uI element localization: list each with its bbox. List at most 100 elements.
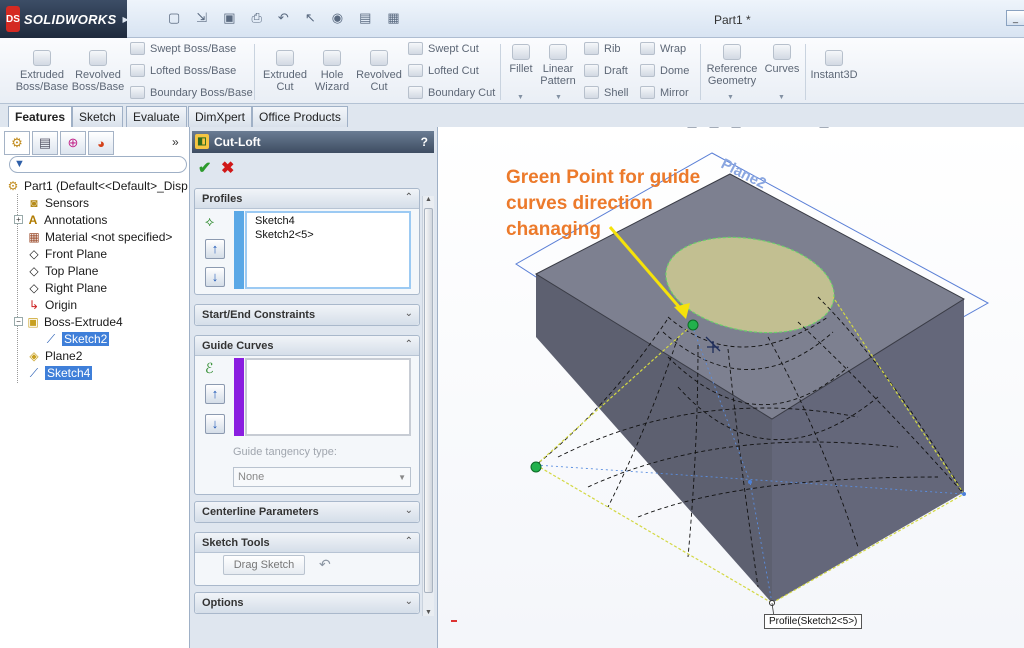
dome-button[interactable]: Dome <box>640 64 689 77</box>
rebuild-icon[interactable]: ◉ <box>332 10 343 26</box>
reference-geometry-button[interactable]: Reference Geometry <box>704 44 760 87</box>
fillet-button[interactable]: Fillet <box>506 44 536 75</box>
profile-callout[interactable]: Profile(Sketch2<5>) <box>764 614 863 629</box>
tree-item-origin[interactable]: ↳ Origin <box>27 296 77 313</box>
profile-item[interactable]: Sketch4 <box>255 215 295 227</box>
tree-item-right-plane[interactable]: ◇ Right Plane <box>27 279 107 296</box>
extruded-cut-button[interactable]: Extruded Cut <box>258 50 312 93</box>
undo-icon[interactable]: ↶ <box>278 10 289 26</box>
move-down-button[interactable]: ↓ <box>205 414 225 434</box>
collapse-icon[interactable]: ⌃ <box>405 192 413 203</box>
tree-item-sketch2[interactable]: ⟋ Sketch2 <box>44 330 110 347</box>
file-properties-icon[interactable]: ▤ <box>359 10 371 26</box>
sketch-tools-header[interactable]: Sketch Tools ⌃ <box>195 533 419 553</box>
guide-curves-listbox[interactable] <box>245 358 411 436</box>
tab-features[interactable]: Features <box>8 106 73 128</box>
scrollbar-thumb[interactable] <box>424 208 433 593</box>
graphics-area[interactable]: ⌕ ⊕ ↩ ◩ ◫ ◨ ∞ ● ☁ ▤ Plane2 <box>438 127 1024 648</box>
guide-tangency-value: None <box>238 471 265 483</box>
rib-button[interactable]: Rib <box>584 42 621 55</box>
draft-button[interactable]: Draft <box>584 64 628 77</box>
hole-wizard-button[interactable]: Hole Wizard <box>312 50 352 93</box>
swept-cut-button[interactable]: Swept Cut <box>408 42 479 55</box>
swept-boss-button[interactable]: Swept Boss/Base <box>130 42 236 55</box>
guide-tangency-label: Guide tangency type: <box>233 446 337 458</box>
extruded-boss-button[interactable]: Extruded Boss/Base <box>14 50 70 93</box>
green-connector-point[interactable] <box>687 319 699 331</box>
solidworks-menu-button[interactable]: DS SOLIDWORKS ▶ <box>0 0 129 38</box>
mirror-button[interactable]: Mirror <box>640 86 689 99</box>
collapse-icon[interactable]: − <box>14 317 23 326</box>
open-icon[interactable]: ⇲ <box>196 10 207 26</box>
tree-item-top-plane[interactable]: ◇ Top Plane <box>27 262 98 279</box>
start-end-constraints-header[interactable]: Start/End Constraints ⌄ <box>195 305 419 325</box>
feature-manager-tab-icon[interactable]: ⚙ <box>4 131 30 155</box>
display-manager-tab-icon[interactable]: ◕ <box>88 131 114 155</box>
ok-button[interactable]: ✔ <box>198 158 211 178</box>
tree-item-part[interactable]: ⚙ Part1 (Default<<Default>_Disp <box>6 177 188 194</box>
connector-point[interactable] <box>530 461 542 473</box>
tab-sketch[interactable]: Sketch <box>72 106 123 127</box>
revolved-boss-button[interactable]: Revolved Boss/Base <box>70 50 126 93</box>
wrap-button[interactable]: Wrap <box>640 42 686 55</box>
collapse-icon[interactable]: ⌃ <box>405 536 413 547</box>
instant3d-button[interactable]: Instant3D <box>808 50 860 81</box>
profile-item[interactable]: Sketch2<5> <box>255 229 314 241</box>
curves-button[interactable]: Curves <box>762 44 802 75</box>
print-icon[interactable]: ⎙ <box>252 10 262 26</box>
configuration-manager-tab-icon[interactable]: ⊕ <box>60 131 86 155</box>
tab-evaluate[interactable]: Evaluate <box>126 106 187 127</box>
guide-curves-header[interactable]: Guide Curves ⌃ <box>195 336 419 356</box>
property-manager-tab-icon[interactable]: ▤ <box>32 131 58 155</box>
profiles-listbox[interactable]: Sketch4 Sketch2<5> <box>245 211 411 289</box>
expand-icon[interactable]: + <box>14 215 23 224</box>
scroll-down-icon[interactable]: ▼ <box>425 609 432 616</box>
move-up-button[interactable]: ↑ <box>205 384 225 404</box>
lofted-cut-button[interactable]: Lofted Cut <box>408 64 479 77</box>
tree-item-plane2[interactable]: ◈ Plane2 <box>27 347 82 364</box>
tab-office-products[interactable]: Office Products <box>252 106 348 127</box>
tree-item-label: Sketch2 <box>62 331 110 346</box>
collapse-icon[interactable]: ⌃ <box>405 339 413 350</box>
property-manager-scrollbar[interactable]: ▲ ▼ <box>422 196 434 616</box>
select-icon[interactable]: ↖ <box>305 10 316 26</box>
cancel-button[interactable]: ✖ <box>221 158 234 178</box>
tree-item-front-plane[interactable]: ◇ Front Plane <box>27 245 107 262</box>
shell-button[interactable]: Shell <box>584 86 628 99</box>
centerline-parameters-header[interactable]: Centerline Parameters ⌄ <box>195 502 419 522</box>
expand-panel-icon[interactable]: » <box>172 135 179 149</box>
options-icon[interactable]: ▦ <box>387 10 399 26</box>
tree-item-sensors[interactable]: ◙ Sensors <box>27 194 89 211</box>
undo-icon[interactable]: ↶ <box>319 556 331 573</box>
tab-dimxpert[interactable]: DimXpert <box>188 106 253 127</box>
profiles-header[interactable]: Profiles ⌃ <box>195 189 419 209</box>
expand-icon[interactable]: ⌄ <box>405 596 413 607</box>
lofted-boss-button[interactable]: Lofted Boss/Base <box>130 64 236 77</box>
tree-item-boss-extrude4[interactable]: − ▣ Boss-Extrude4 <box>14 313 123 330</box>
drag-sketch-button[interactable]: Drag Sketch <box>223 555 305 575</box>
linear-pattern-button[interactable]: Linear Pattern <box>538 44 578 87</box>
move-down-button[interactable]: ↓ <box>205 267 225 287</box>
tree-filter-input[interactable]: ▼ <box>9 156 187 173</box>
help-button[interactable]: ? <box>421 135 428 149</box>
tree-item-annotations[interactable]: + A Annotations <box>14 211 107 228</box>
scroll-up-icon[interactable]: ▲ <box>425 196 432 203</box>
fillet-dropdown-icon[interactable]: ▼ <box>517 94 524 101</box>
options-header[interactable]: Options ⌄ <box>195 593 419 613</box>
expand-icon[interactable]: ⌄ <box>405 308 413 319</box>
tree-item-sketch4[interactable]: ⟋ Sketch4 <box>27 364 93 381</box>
boundary-boss-button[interactable]: Boundary Boss/Base <box>130 86 253 99</box>
new-icon[interactable]: ▢ <box>168 10 180 26</box>
move-up-button[interactable]: ↑ <box>205 239 225 259</box>
minimize-button[interactable]: _ <box>1006 10 1024 26</box>
save-icon[interactable]: ▣ <box>223 10 235 26</box>
curves-dropdown-icon[interactable]: ▼ <box>778 94 785 101</box>
pattern-dropdown-icon[interactable]: ▼ <box>555 94 562 101</box>
expand-icon[interactable]: ⌄ <box>405 505 413 516</box>
revolved-cut-button[interactable]: Revolved Cut <box>352 50 406 93</box>
tree-item-material[interactable]: ▦ Material <not specified> <box>27 228 172 245</box>
boundary-cut-button[interactable]: Boundary Cut <box>408 86 495 99</box>
reference-geometry-dropdown-icon[interactable]: ▼ <box>727 94 734 101</box>
guide-tangency-select[interactable]: None ▼ <box>233 467 411 487</box>
selection-color-bar <box>234 358 244 436</box>
